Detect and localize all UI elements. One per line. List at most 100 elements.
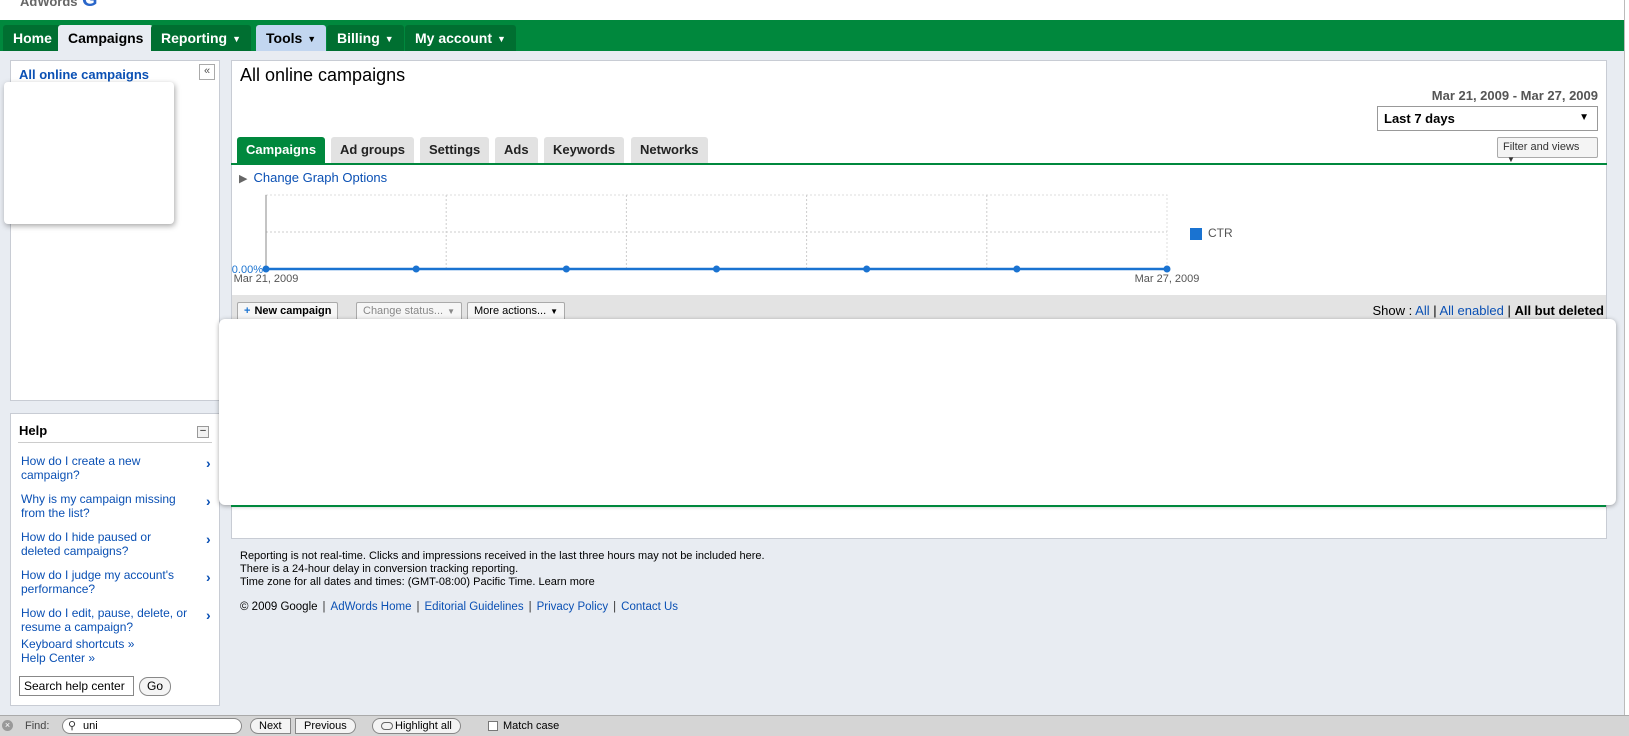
help-question-link[interactable]: How do I create a new campaign? xyxy=(21,454,191,482)
tab-ad-groups[interactable]: Ad groups xyxy=(331,137,414,163)
sidebar-popup-overlay xyxy=(4,82,174,224)
change-graph-options-toggle[interactable]: ▶ Change Graph Options xyxy=(239,170,387,185)
tab-label: Networks xyxy=(640,142,699,157)
logo-text: AdWords xyxy=(20,0,78,9)
chevron-down-icon: ▼ xyxy=(307,34,317,44)
collapse-sidebar-button[interactable]: « xyxy=(199,64,215,80)
privacy-policy-link[interactable]: Privacy Policy xyxy=(537,601,609,613)
highlight-icon xyxy=(381,722,393,730)
show-all-enabled-link[interactable]: All enabled xyxy=(1440,303,1504,318)
tab-settings[interactable]: Settings xyxy=(420,137,490,163)
table-popup-overlay xyxy=(219,319,1616,505)
chevron-down-icon: ▼ xyxy=(447,307,456,316)
nav-tab-label: Billing xyxy=(337,30,380,46)
data-point-ctr xyxy=(1013,265,1021,273)
x-tick-label-end: Mar 27, 2009 xyxy=(1135,273,1200,285)
find-next-button[interactable]: Next xyxy=(250,718,291,734)
chevron-right-icon[interactable]: › xyxy=(206,531,211,547)
help-go-button[interactable]: Go xyxy=(139,677,171,696)
data-point-ctr xyxy=(713,265,720,273)
plus-icon: + xyxy=(244,305,251,317)
change-status-label: Change status... xyxy=(363,305,444,317)
tab-campaigns[interactable]: Campaigns xyxy=(237,137,326,163)
note-line: Time zone for all dates and times: (GMT-… xyxy=(240,576,595,588)
chevron-right-icon[interactable]: › xyxy=(206,569,211,585)
nav-tab-label: Home xyxy=(13,30,52,46)
note-line: There is a 24-hour delay in conversion t… xyxy=(240,563,519,575)
page-footer: © 2009 Google | AdWords Home | Editorial Gui… xyxy=(240,601,679,613)
chevron-right-icon[interactable]: › xyxy=(206,455,211,471)
nav-tab-tools[interactable]: Tools ▼ xyxy=(256,25,327,51)
highlight-all-button[interactable]: Highlight all xyxy=(372,718,461,734)
close-icon[interactable]: × xyxy=(2,720,13,731)
note-line: Reporting is not real-time. Clicks and i… xyxy=(240,550,765,562)
nav-tab-billing[interactable]: Billing ▼ xyxy=(327,25,404,51)
data-point-ctr xyxy=(562,265,570,273)
more-actions-label: More actions... xyxy=(474,305,547,317)
show-filter: Show : All | All enabled | All but delet… xyxy=(1372,303,1605,318)
find-previous-button[interactable]: Previous xyxy=(295,718,356,734)
main-navigation: Home Campaigns Reporting ▼ Tools ▼ Billing… xyxy=(0,20,1629,51)
copyright: © 2009 Google xyxy=(240,601,318,613)
help-title: Help xyxy=(19,423,48,438)
chevron-down-icon: ▼ xyxy=(497,34,506,44)
triangle-right-icon: ▶ xyxy=(239,173,248,185)
nav-tab-label: Tools xyxy=(266,30,303,46)
legend-label-ctr: CTR xyxy=(1208,226,1233,240)
adwords-home-link[interactable]: AdWords Home xyxy=(331,601,412,613)
editorial-guidelines-link[interactable]: Editorial Guidelines xyxy=(425,601,524,613)
filter-label: Filter and views xyxy=(1503,141,1580,153)
help-question-link[interactable]: Why is my campaign missing from the list… xyxy=(21,492,191,520)
help-center-link[interactable]: Help Center » xyxy=(21,651,95,665)
divider xyxy=(18,442,212,443)
chevron-right-icon[interactable]: › xyxy=(206,493,211,509)
chevron-down-icon: ▼ xyxy=(550,307,559,316)
window-scrollbar[interactable] xyxy=(1624,0,1629,715)
date-range-text: Mar 21, 2009 - Mar 27, 2009 xyxy=(1431,88,1598,103)
nav-tab-home[interactable]: Home xyxy=(3,25,62,51)
google-logo-mark: G xyxy=(82,0,98,11)
nav-tab-label: Campaigns xyxy=(68,30,144,46)
nav-tab-label: My account xyxy=(415,30,493,46)
all-online-campaigns-link[interactable]: All online campaigns xyxy=(19,67,149,82)
match-case-label: Match case xyxy=(503,720,560,732)
filter-and-views-button[interactable]: Filter and views ▼ xyxy=(1497,137,1598,164)
match-case-checkbox[interactable] xyxy=(488,721,498,731)
nav-tab-campaigns[interactable]: Campaigns xyxy=(58,25,154,51)
tab-label: Ads xyxy=(504,142,529,157)
help-question-link[interactable]: How do I hide paused or deleted campaign… xyxy=(21,530,191,558)
data-point-ctr xyxy=(1163,265,1171,273)
highlight-all-label: Highlight all xyxy=(395,720,452,732)
x-tick-label-start: Mar 21, 2009 xyxy=(234,273,299,285)
show-all-but-deleted[interactable]: All but deleted xyxy=(1514,303,1604,318)
help-search-input[interactable]: Search help center xyxy=(19,676,134,696)
table-bottom-rule xyxy=(231,505,1606,507)
legend-swatch-ctr xyxy=(1190,228,1202,240)
adwords-logo[interactable]: AdWords G xyxy=(20,0,98,11)
show-all-link[interactable]: All xyxy=(1415,303,1429,318)
data-point-ctr xyxy=(412,265,420,273)
ctr-line-chart: 0.00%Mar 21, 2009 Mar 27, 2009 xyxy=(232,194,1200,285)
help-question-link[interactable]: How do I edit, pause, delete, or resume … xyxy=(21,606,191,634)
tab-underline xyxy=(231,163,1607,165)
nav-tab-label: Reporting xyxy=(161,30,228,46)
tab-networks[interactable]: Networks xyxy=(631,137,708,163)
keyboard-shortcuts-link[interactable]: Keyboard shortcuts » xyxy=(21,637,134,651)
chevron-right-icon[interactable]: › xyxy=(206,607,211,623)
reporting-notes: Reporting is not real-time. Clicks and i… xyxy=(240,550,765,589)
date-select-value: Last 7 days xyxy=(1384,111,1455,126)
tab-label: Ad groups xyxy=(340,142,405,157)
contact-us-link[interactable]: Contact Us xyxy=(621,601,678,613)
tab-ads[interactable]: Ads xyxy=(495,137,538,163)
nav-tab-my-account[interactable]: My account ▼ xyxy=(405,25,516,51)
search-icon: ⚲ xyxy=(68,720,77,732)
nav-tab-reporting[interactable]: Reporting ▼ xyxy=(151,25,252,51)
page-title: All online campaigns xyxy=(240,65,406,85)
date-range-select[interactable]: Last 7 days ▼ xyxy=(1377,106,1598,131)
find-input[interactable]: uni xyxy=(62,718,242,734)
show-label: Show : xyxy=(1372,303,1413,318)
tab-keywords[interactable]: Keywords xyxy=(544,137,625,163)
tab-label: Keywords xyxy=(553,142,616,157)
help-question-link[interactable]: How do I judge my account's performance? xyxy=(21,568,191,596)
minimize-help-button[interactable]: – xyxy=(197,426,209,438)
